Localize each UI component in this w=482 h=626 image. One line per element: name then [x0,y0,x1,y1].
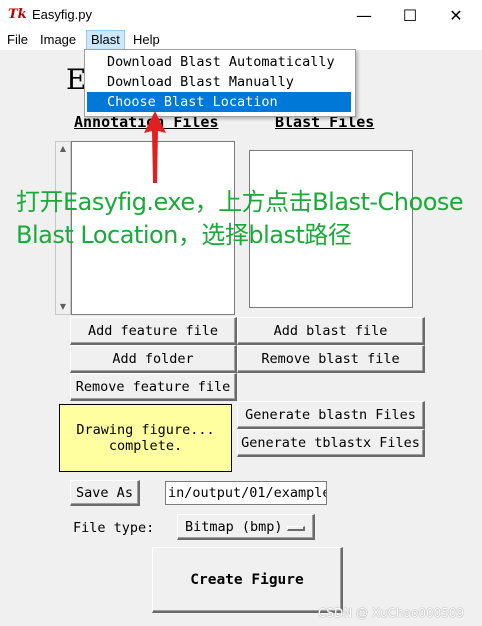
red-arrow-icon [144,111,166,183]
option-menu-indicator-icon [287,526,305,531]
menu-item-download-auto[interactable]: Download Blast Automatically [87,52,351,72]
status-line-2: complete. [108,438,183,454]
menu-item-download-manual[interactable]: Download Blast Manually [87,72,351,92]
close-button[interactable]: ✕ [433,0,479,30]
generate-blastn-button[interactable]: Generate blastn Files [237,401,425,429]
file-type-select[interactable]: Bitmap (bmp) [177,514,315,540]
scroll-down-arrow-icon[interactable]: ▼ [56,300,70,314]
add-blast-file-button[interactable]: Add blast file [237,317,425,345]
menu-file[interactable]: File [3,30,32,50]
create-figure-button[interactable]: Create Figure [152,547,343,613]
scroll-up-arrow-icon[interactable]: ▲ [56,142,70,156]
add-folder-button[interactable]: Add folder [70,345,237,373]
remove-blast-file-button[interactable]: Remove blast file [237,345,425,373]
remove-feature-file-button[interactable]: Remove feature file [70,373,237,401]
minimize-button[interactable]: — [341,0,387,30]
menu-item-choose-location[interactable]: Choose Blast Location [87,92,351,112]
tk-feather-icon: Tk [8,7,27,22]
menu-help[interactable]: Help [129,30,164,50]
watermark: CSDN @ XuChao000509 [318,606,465,620]
window-title: Easyfig.py [32,7,92,22]
file-type-label: File type: [73,520,155,536]
generate-tblastx-button[interactable]: Generate tblastx Files [237,429,425,457]
instruction-annotation: 打开Easyfig.exe，上方点击Blast-Choose Blast Loc… [16,188,464,249]
maximize-button[interactable]: ☐ [387,0,433,30]
menu-blast[interactable]: Blast [86,30,125,50]
menu-image[interactable]: Image [36,30,80,50]
status-message: Drawing figure... complete. [59,404,232,472]
save-as-button[interactable]: Save As [70,480,140,506]
add-feature-file-button[interactable]: Add feature file [70,317,237,345]
file-type-value: Bitmap (bmp) [185,518,283,535]
save-path-input[interactable]: in/output/01/example [165,481,327,505]
blast-menu-dropdown: Download Blast Automatically Download Bl… [84,49,356,117]
status-line-1: Drawing figure... [76,422,215,438]
